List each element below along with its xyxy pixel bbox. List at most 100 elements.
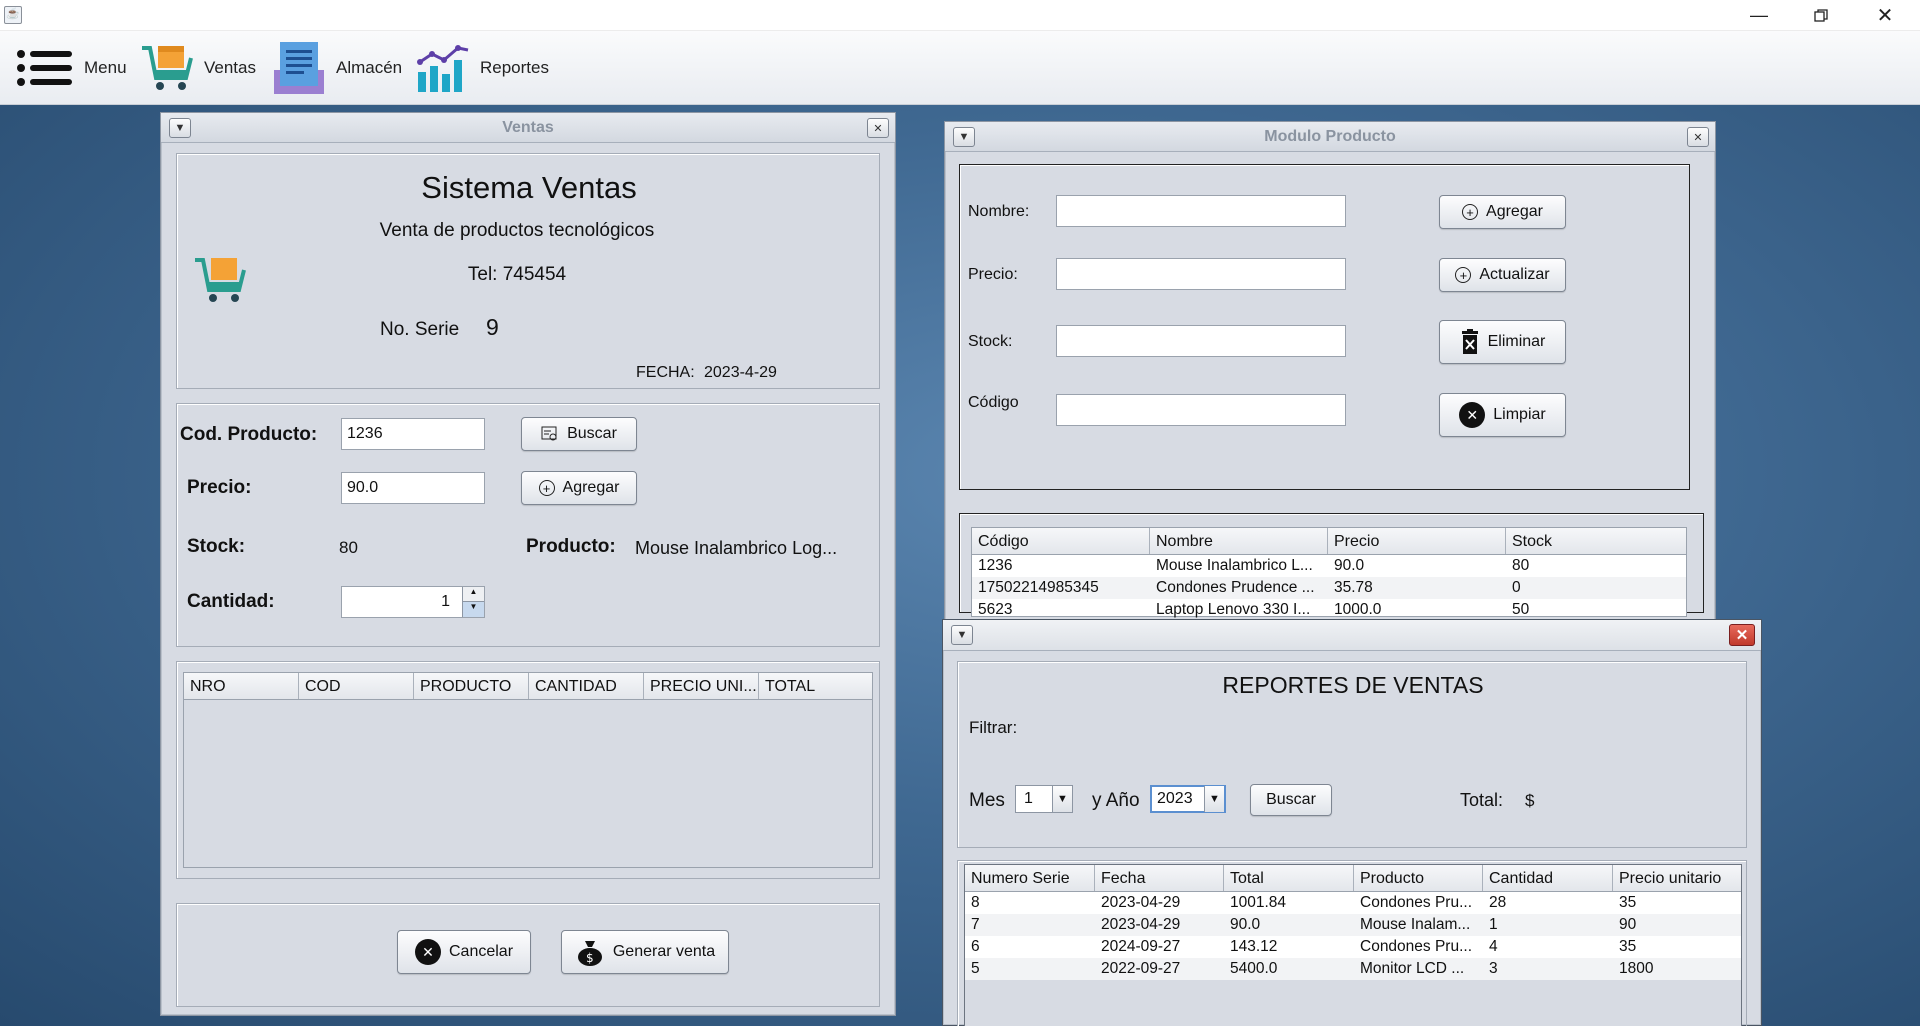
cell: 2022-09-27 bbox=[1101, 960, 1181, 977]
actualizar-label: Actualizar bbox=[1479, 266, 1550, 283]
reportes-table-panel: Numero Serie Fecha Total Producto Cantid… bbox=[957, 860, 1747, 1026]
menu-item-reportes-label: Reportes bbox=[480, 58, 549, 77]
fecha-label: FECHA: bbox=[636, 364, 695, 381]
cell: 3 bbox=[1489, 960, 1498, 977]
agregar-producto-button[interactable]: + Agregar bbox=[1439, 195, 1566, 229]
agregar-label: Agregar bbox=[562, 479, 620, 496]
menu-icon bbox=[17, 50, 72, 86]
generar-venta-label: Generar venta bbox=[612, 943, 716, 960]
anio-label: y Año bbox=[1092, 790, 1140, 811]
chevron-down-icon: ▼ bbox=[1204, 786, 1224, 812]
cell: 80 bbox=[1512, 557, 1530, 574]
cod-producto-input[interactable] bbox=[341, 418, 485, 450]
col-cantidad[interactable]: Cantidad bbox=[1483, 865, 1613, 891]
cart-icon bbox=[142, 46, 193, 90]
eliminar-producto-button[interactable]: Eliminar bbox=[1439, 320, 1566, 364]
table-row[interactable]: 7 2023-04-29 90.0 Mouse Inalam... 1 90 bbox=[965, 914, 1741, 936]
col-precio-unitario[interactable]: PRECIO UNI... bbox=[644, 673, 759, 699]
table-row[interactable]: 5 2022-09-27 5400.0 Monitor LCD ... 3 18… bbox=[965, 958, 1741, 980]
nombre-label: Nombre: bbox=[968, 203, 1030, 220]
generar-venta-button[interactable]: $ Generar venta bbox=[561, 930, 729, 974]
cell: 1800 bbox=[1619, 960, 1654, 977]
plus-circle-icon: + bbox=[1455, 267, 1472, 283]
col-nro[interactable]: NRO bbox=[184, 673, 299, 699]
col-precio[interactable]: Precio bbox=[1328, 528, 1506, 554]
col-fecha[interactable]: Fecha bbox=[1095, 865, 1224, 891]
producto-menu-button[interactable]: ▼ bbox=[953, 127, 975, 147]
cell: Mouse Inalambrico L... bbox=[1156, 557, 1313, 574]
stock-label: Stock: bbox=[968, 333, 1013, 350]
stock-value: 80 bbox=[339, 538, 358, 557]
close-window-button[interactable]: ✕ bbox=[1862, 0, 1908, 31]
col-stock[interactable]: Stock bbox=[1506, 528, 1686, 554]
precio-input[interactable] bbox=[341, 472, 485, 504]
table-row[interactable]: 6 2024-09-27 143.12 Condones Pru... 4 35 bbox=[965, 936, 1741, 958]
buscar-producto-button[interactable]: Buscar bbox=[521, 417, 637, 451]
eliminar-label: Eliminar bbox=[1487, 333, 1546, 350]
menu-item-menu[interactable]: Menu bbox=[16, 31, 127, 105]
spinner-down-button[interactable]: ▼ bbox=[462, 602, 484, 617]
spinner-up-button[interactable]: ▲ bbox=[462, 587, 484, 602]
menu-item-reportes[interactable]: Reportes bbox=[416, 31, 549, 105]
cell: 143.12 bbox=[1230, 938, 1278, 955]
trash-icon bbox=[1461, 329, 1478, 354]
producto-value: Mouse Inalambrico Log... bbox=[635, 538, 838, 558]
codigo-input[interactable] bbox=[1056, 394, 1346, 426]
actualizar-producto-button[interactable]: + Actualizar bbox=[1439, 258, 1566, 292]
col-total[interactable]: TOTAL bbox=[759, 673, 872, 699]
reportes-titlebar[interactable] bbox=[943, 620, 1761, 651]
svg-text:$: $ bbox=[586, 951, 594, 965]
cod-producto-label: Cod. Producto: bbox=[180, 424, 318, 445]
cell: 5623 bbox=[978, 601, 1013, 618]
cancelar-button[interactable]: ✕ Cancelar bbox=[397, 930, 531, 974]
cantidad-label: Cantidad: bbox=[187, 591, 275, 612]
col-precio-unitario[interactable]: Precio unitario bbox=[1613, 865, 1741, 891]
producto-titlebar[interactable]: Modulo Producto bbox=[945, 122, 1715, 152]
menu-item-almacen[interactable]: Almacén bbox=[272, 31, 402, 105]
menu-item-ventas[interactable]: Ventas bbox=[140, 31, 256, 105]
table-row[interactable]: 8 2023-04-29 1001.84 Condones Pru... 28 … bbox=[965, 892, 1741, 914]
cell: 0 bbox=[1512, 579, 1521, 596]
anio-select[interactable]: 2023 ▼ bbox=[1150, 785, 1226, 813]
cancelar-label: Cancelar bbox=[448, 943, 514, 960]
ventas-actions-panel: ✕ Cancelar $ Generar venta bbox=[176, 903, 880, 1007]
table-row[interactable]: 17502214985345 Condones Prudence ... 35.… bbox=[972, 577, 1686, 599]
cell: 5400.0 bbox=[1230, 960, 1278, 977]
ventas-close-button[interactable]: ✕ bbox=[867, 118, 889, 138]
menu-item-menu-label: Menu bbox=[84, 58, 127, 77]
col-codigo[interactable]: Código bbox=[972, 528, 1150, 554]
col-total[interactable]: Total bbox=[1224, 865, 1354, 891]
ventas-menu-button[interactable]: ▼ bbox=[169, 118, 191, 138]
producto-form-panel: Nombre: Precio: Stock: Código + Agregar … bbox=[959, 164, 1690, 490]
cell: 90 bbox=[1619, 916, 1637, 933]
chart-icon bbox=[417, 45, 469, 92]
nombre-input[interactable] bbox=[1056, 195, 1346, 227]
agregar-item-button[interactable]: + Agregar bbox=[521, 471, 637, 505]
minimize-button[interactable]: — bbox=[1736, 0, 1782, 31]
col-producto[interactable]: Producto bbox=[1354, 865, 1483, 891]
table-row[interactable]: 5623 Laptop Lenovo 330 I... 1000.0 50 bbox=[972, 599, 1686, 621]
producto-close-button[interactable]: ✕ bbox=[1687, 127, 1709, 147]
table-row[interactable]: 1236 Mouse Inalambrico L... 90.0 80 bbox=[972, 555, 1686, 577]
col-numero-serie[interactable]: Numero Serie bbox=[965, 865, 1095, 891]
reportes-menu-button[interactable]: ▼ bbox=[951, 625, 973, 645]
reportes-heading: REPORTES DE VENTAS bbox=[1222, 672, 1484, 698]
reportes-table-body: 8 2023-04-29 1001.84 Condones Pru... 28 … bbox=[965, 892, 1741, 980]
money-bag-icon: $ bbox=[577, 941, 602, 966]
mes-select[interactable]: 1 ▼ bbox=[1015, 785, 1073, 813]
reportes-close-button[interactable]: ✕ bbox=[1729, 624, 1755, 646]
col-cod[interactable]: COD bbox=[299, 673, 414, 699]
buscar-reportes-button[interactable]: Buscar bbox=[1250, 784, 1332, 816]
stock-input[interactable] bbox=[1056, 325, 1346, 357]
col-nombre[interactable]: Nombre bbox=[1150, 528, 1328, 554]
restore-button[interactable] bbox=[1798, 0, 1844, 31]
buscar-label: Buscar bbox=[567, 425, 617, 442]
col-producto[interactable]: PRODUCTO bbox=[414, 673, 529, 699]
cell: Condones Prudence ... bbox=[1156, 579, 1315, 596]
ventas-titlebar[interactable]: Ventas bbox=[161, 113, 895, 143]
producto-table-header: Código Nombre Precio Stock bbox=[972, 528, 1686, 555]
cantidad-spinner[interactable]: 1 ▲ ▼ bbox=[341, 586, 485, 618]
col-cantidad[interactable]: CANTIDAD bbox=[529, 673, 644, 699]
limpiar-producto-button[interactable]: ✕ Limpiar bbox=[1439, 393, 1566, 437]
precio-input[interactable] bbox=[1056, 258, 1346, 290]
